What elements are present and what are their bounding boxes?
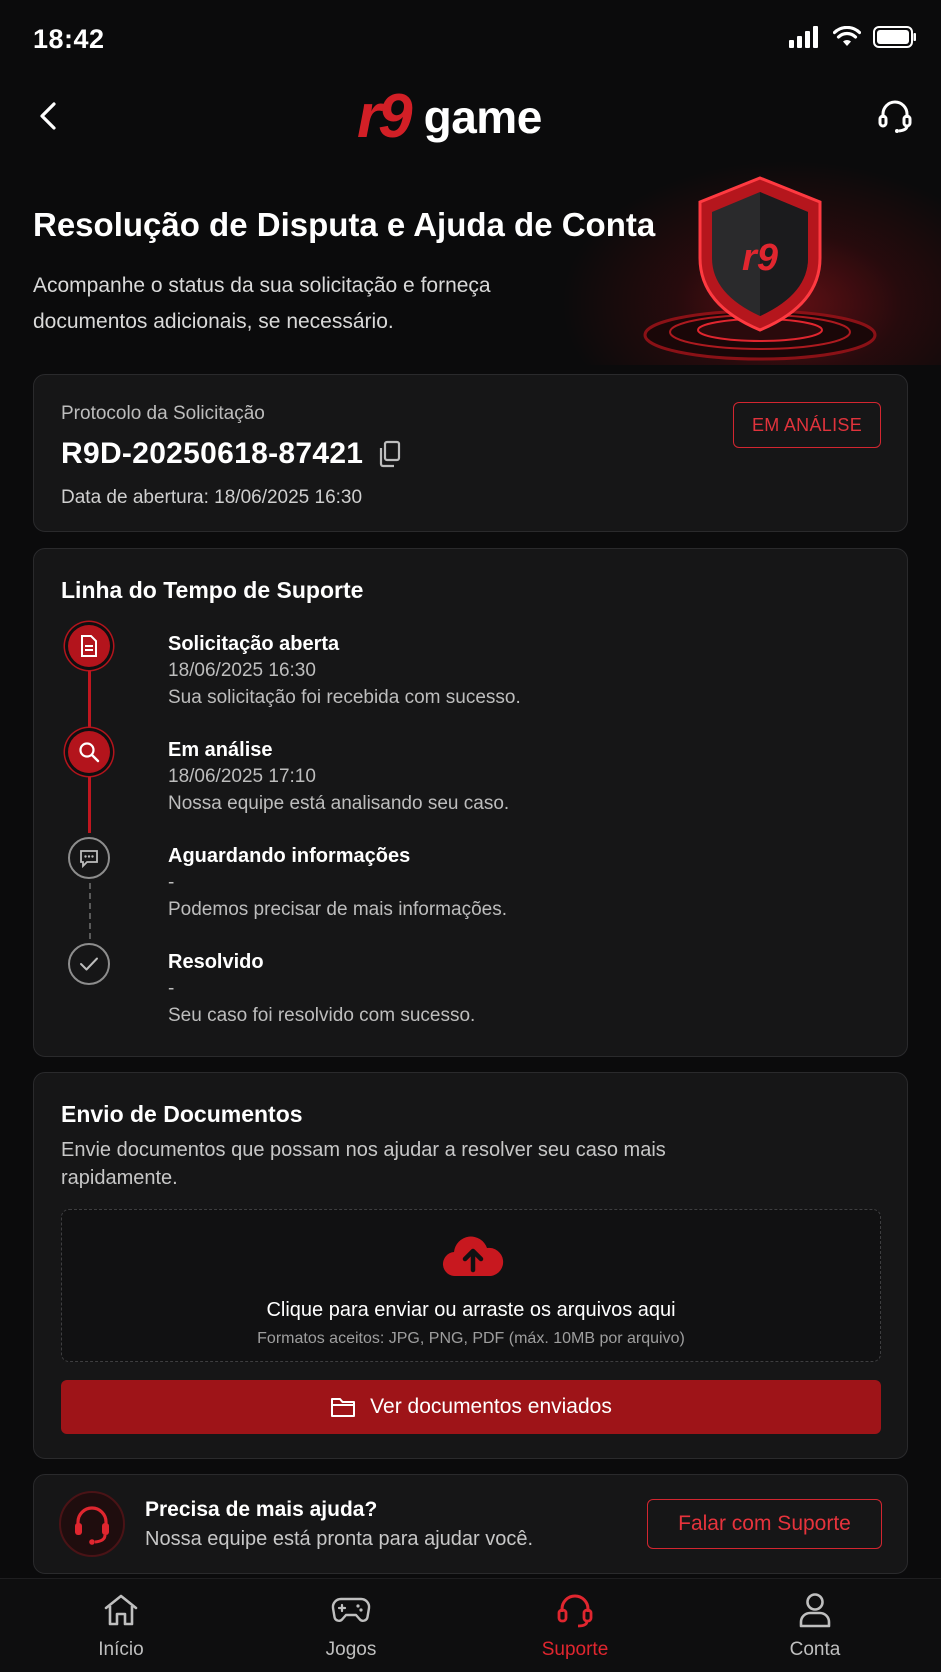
hero-section: Resolução de Disputa e Ajuda de Conta Ac… — [0, 160, 941, 365]
user-icon — [799, 1593, 831, 1628]
timeline-connector — [88, 777, 91, 833]
signal-icon — [789, 26, 818, 48]
protocol-number: R9D-20250618-87421 — [61, 437, 364, 470]
upload-dropzone[interactable]: Clique para enviar ou arraste os arquivo… — [61, 1209, 881, 1362]
help-title: Precisa de mais ajuda? — [145, 1498, 378, 1521]
app-header: r9 game — [0, 80, 941, 154]
logo-text: game — [423, 91, 543, 143]
page-subtitle: Acompanhe o status da sua solicitação e … — [33, 274, 491, 333]
protocol-opened-date: Data de abertura: 18/06/2025 16:30 — [61, 487, 363, 508]
view-documents-button[interactable]: Ver documentos enviados — [61, 1380, 881, 1434]
search-icon — [68, 731, 110, 773]
home-icon — [104, 1594, 138, 1626]
timeline-connector — [88, 671, 91, 727]
protocol-number-row: R9D-20250618-87421 — [61, 437, 403, 471]
view-documents-label: Ver documentos enviados — [370, 1395, 612, 1418]
timeline-step-title: Resolvido — [168, 951, 264, 973]
timeline-step-date: 18/06/2025 17:10 — [168, 766, 316, 787]
documents-title: Envio de Documentos — [61, 1101, 303, 1127]
document-icon — [68, 625, 110, 667]
timeline-step-desc: Sua solicitação foi recebida com sucesso… — [168, 687, 521, 708]
copy-icon[interactable] — [377, 440, 403, 468]
headset-icon — [557, 1594, 593, 1628]
battery-icon — [873, 26, 916, 48]
nav-item-conta[interactable]: Conta — [745, 1589, 885, 1669]
header-support-button[interactable] — [873, 94, 917, 138]
nav-item-jogos[interactable]: Jogos — [281, 1589, 421, 1669]
chevron-left-icon — [40, 102, 56, 130]
timeline-step-desc: Podemos precisar de mais informações. — [168, 899, 507, 920]
timeline-step: Solicitação aberta 18/06/2025 16:30 Sua … — [61, 625, 861, 731]
nav-label: Jogos — [325, 1639, 377, 1660]
timeline-step: Aguardando informações - Podemos precisa… — [61, 837, 861, 943]
protocol-label: Protocolo da Solicitação — [61, 403, 265, 424]
contact-support-button[interactable]: Falar com Suporte — [647, 1499, 882, 1549]
documents-description: Envie documentos que possam nos ajudar a… — [61, 1139, 666, 1189]
timeline-step-date: - — [168, 978, 175, 999]
timeline-step-title: Em análise — [168, 739, 273, 761]
bottom-navigation: Início Jogos Suporte Conta — [0, 1578, 941, 1672]
nav-label: Conta — [789, 1639, 841, 1660]
timeline-step-date: - — [168, 872, 175, 893]
timeline-list: Solicitação aberta 18/06/2025 16:30 Sua … — [61, 625, 861, 1049]
headset-icon — [878, 100, 912, 133]
gamepad-icon — [331, 1597, 371, 1622]
folder-icon — [331, 1398, 356, 1417]
timeline-step-title: Aguardando informações — [168, 845, 411, 867]
shield-mark: r9 — [742, 237, 778, 279]
dropzone-formats: Formatos aceitos: JPG, PNG, PDF (máx. 10… — [257, 1330, 685, 1347]
timeline-step-desc: Nossa equipe está analisando seu caso. — [168, 793, 510, 814]
dropzone-title: Clique para enviar ou arraste os arquivo… — [266, 1299, 676, 1321]
help-card: Precisa de mais ajuda? Nossa equipe está… — [33, 1474, 908, 1574]
timeline-step-desc: Seu caso foi resolvido com sucesso. — [168, 1005, 476, 1026]
cloud-upload-icon — [442, 1236, 504, 1277]
status-icons — [789, 26, 917, 48]
check-icon — [68, 943, 110, 985]
app-logo: r9 game — [357, 86, 542, 148]
timeline-step: Resolvido - Seu caso foi resolvido com s… — [61, 943, 861, 1049]
help-subtitle: Nossa equipe está pronta para ajudar voc… — [145, 1528, 534, 1550]
timeline-step-date: 18/06/2025 16:30 — [168, 660, 316, 681]
status-time: 18:42 — [33, 24, 105, 54]
page-title: Resolução de Disputa e Ajuda de Conta — [33, 206, 656, 243]
nav-label: Início — [98, 1639, 144, 1660]
chat-icon — [68, 837, 110, 879]
nav-item-inicio[interactable]: Início — [51, 1589, 191, 1669]
timeline-connector — [89, 883, 91, 939]
nav-label: Suporte — [541, 1639, 609, 1660]
support-agent-icon — [59, 1491, 125, 1557]
timeline-step: Em análise 18/06/2025 17:10 Nossa equipe… — [61, 731, 861, 837]
back-button[interactable] — [28, 96, 68, 136]
status-badge: EM ANÁLISE — [732, 402, 881, 448]
timeline-step-title: Solicitação aberta — [168, 633, 340, 655]
documents-card: Envio de Documentos Envie documentos que… — [33, 1072, 908, 1459]
wifi-icon — [833, 26, 861, 46]
logo-mark: r9 — [357, 82, 413, 151]
status-bar: 18:42 — [0, 0, 941, 80]
timeline-card: Linha do Tempo de Suporte Solicitação ab… — [33, 548, 908, 1057]
protocol-card: Protocolo da Solicitação R9D-20250618-87… — [33, 374, 908, 532]
timeline-title: Linha do Tempo de Suporte — [61, 577, 364, 603]
shield-illustration-icon: r9 — [643, 176, 877, 361]
nav-item-suporte[interactable]: Suporte — [505, 1589, 645, 1669]
